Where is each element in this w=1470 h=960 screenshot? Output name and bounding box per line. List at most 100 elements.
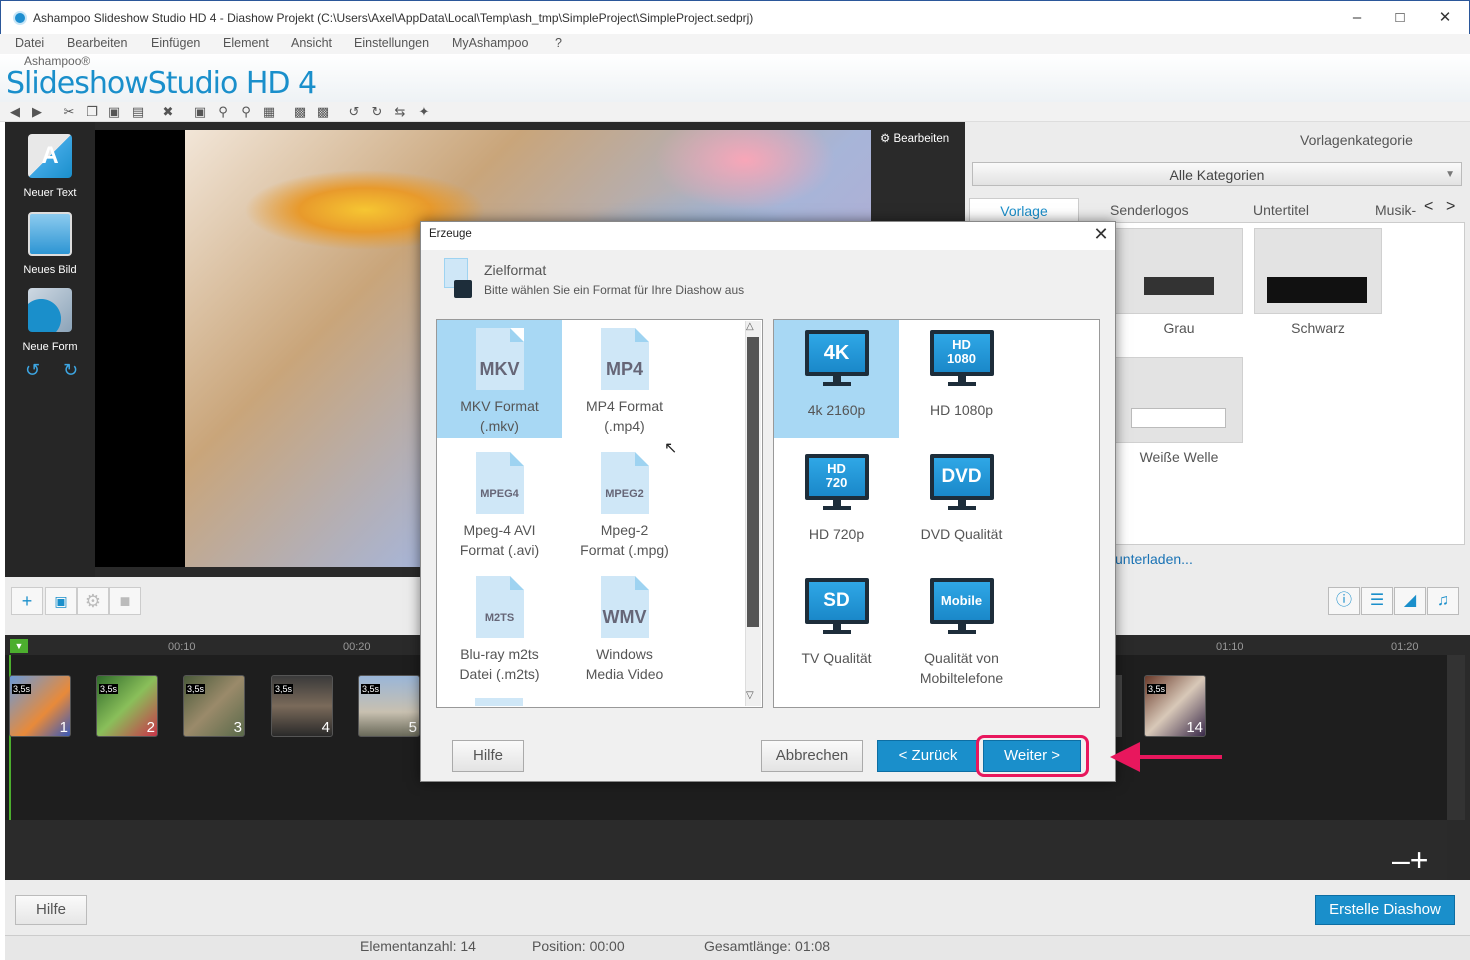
scroll-down-icon[interactable]: ▽	[746, 690, 754, 701]
zoom-out-icon[interactable]: ⚲	[238, 104, 254, 120]
clip-number: 2	[146, 719, 155, 736]
trash-icon[interactable]: ■	[109, 587, 141, 615]
timeline-clip[interactable]: 3,5s 1	[9, 675, 71, 737]
window-title: Ashampoo Slideshow Studio HD 4 - Diashow…	[33, 11, 754, 25]
quality-hd720[interactable]: HD 720 HD 720p	[774, 444, 899, 562]
quality-sd[interactable]: SD TV Qualität	[774, 568, 899, 686]
format-m2ts[interactable]: M2TS Blu-ray m2ts Datei (.m2ts)	[437, 568, 562, 686]
maximize-icon[interactable]: □	[1390, 9, 1410, 29]
format-wmv[interactable]: WMV Windows Media Video	[562, 568, 687, 686]
timeline-clip[interactable]: 3,5s 3	[183, 675, 245, 737]
settings-icon[interactable]: ⚙	[77, 587, 109, 615]
delete-icon[interactable]: ✖	[160, 104, 176, 120]
quality-label: Mobiltelefone	[919, 670, 1004, 686]
new-text-button[interactable]: A Neuer Text	[5, 134, 95, 199]
quality-label: HD 720p	[808, 526, 865, 542]
template-thumb-schwarz[interactable]	[1254, 228, 1382, 314]
target-format-icon	[440, 258, 472, 298]
zoom-select-icon[interactable]: ▦	[261, 104, 277, 120]
template-thumb-weisse-welle[interactable]	[1115, 357, 1243, 443]
back-icon[interactable]: ◀	[7, 104, 23, 120]
tab-scroll-left-icon[interactable]: <	[1424, 198, 1433, 216]
close-icon[interactable]: ✕	[1435, 9, 1455, 29]
timeline-start-marker[interactable]: ▼	[10, 639, 28, 653]
shape-icon	[28, 288, 72, 332]
menu-einstellungen[interactable]: Einstellungen	[354, 36, 429, 50]
zoom-in-icon[interactable]: ⚲	[215, 104, 231, 120]
menu-help[interactable]: ?	[555, 36, 562, 50]
menu-ansicht[interactable]: Ansicht	[291, 36, 332, 50]
tab-musik[interactable]: Musik-	[1375, 198, 1416, 222]
quality-hd1080[interactable]: HD 1080 HD 1080p	[899, 320, 1024, 438]
quality-mobile[interactable]: Mobile Qualität von Mobiltelefone	[899, 568, 1024, 686]
new-image-button[interactable]: Neues Bild	[5, 212, 95, 276]
quality-dvd[interactable]: DVD DVD Qualität	[899, 444, 1024, 562]
clip-duration: 3,5s	[1147, 684, 1167, 694]
timeline-clip[interactable]: 3,5s 5	[358, 675, 420, 737]
scroll-up-icon[interactable]: △	[746, 321, 754, 332]
cancel-button[interactable]: Abbrechen	[761, 740, 863, 772]
flip-icon[interactable]: ⇆	[392, 104, 408, 120]
forward-icon[interactable]: ▶	[29, 104, 45, 120]
download-link[interactable]: unterladen...	[1115, 551, 1193, 567]
back-button[interactable]: < Zurück	[877, 740, 979, 772]
help-button[interactable]: Hilfe	[15, 895, 87, 925]
copy-icon[interactable]: ❐	[84, 104, 100, 120]
tab-scroll-right-icon[interactable]: >	[1446, 198, 1455, 216]
format-mpeg4-avi[interactable]: MPEG4 Mpeg-4 AVI Format (.avi)	[437, 444, 562, 562]
template-thumb-grau[interactable]	[1115, 228, 1243, 314]
format-mpeg2[interactable]: MPEG2 Mpeg-2 Format (.mpg)	[562, 444, 687, 562]
format-label: MKV Format	[460, 398, 539, 414]
pin-icon[interactable]: ✦	[416, 104, 432, 120]
create-slideshow-button[interactable]: Erstelle Diashow	[1315, 895, 1455, 925]
format-label: Media Video	[585, 666, 664, 682]
highlight-frame	[976, 735, 1089, 777]
zoom-in-timeline-icon[interactable]: +	[1410, 842, 1429, 878]
tab-vorlage[interactable]: Vorlage	[969, 198, 1079, 223]
category-dropdown[interactable]: Alle Kategorien ▼	[972, 162, 1462, 186]
undo-icon[interactable]: ↺	[25, 360, 40, 381]
clip-duration: 3,5s	[99, 684, 119, 694]
cut-icon[interactable]: ✂	[61, 104, 77, 120]
timeline-clip[interactable]: 3,5s 2	[96, 675, 158, 737]
menu-datei[interactable]: Datei	[15, 36, 44, 50]
rotate-left-icon[interactable]: ↺	[346, 104, 362, 120]
timeline-clip[interactable]: 3,5s 4	[271, 675, 333, 737]
paste-icon[interactable]: ▣	[106, 104, 122, 120]
format-mp4[interactable]: MP4 MP4 Format (.mp4)	[562, 320, 687, 438]
format-label: MP4 Format	[585, 398, 663, 414]
add-icon[interactable]: +	[11, 587, 43, 615]
dialog-help-button[interactable]: Hilfe	[452, 740, 524, 772]
duplicate-icon[interactable]: ▤	[130, 104, 146, 120]
rotate-right-icon[interactable]: ↻	[369, 104, 385, 120]
redo-icon[interactable]: ↻	[63, 360, 78, 381]
timeline-clip[interactable]: 3,5s 14	[1144, 675, 1206, 737]
info-icon[interactable]: ⓘ	[1328, 587, 1360, 615]
menu-element[interactable]: Element	[223, 36, 269, 50]
quality-label: TV Qualität	[801, 650, 872, 666]
dialog-close-icon[interactable]: ✕	[1091, 224, 1111, 245]
menu-bearbeiten[interactable]: Bearbeiten	[67, 36, 127, 50]
new-shape-button[interactable]: Neue Form	[5, 288, 95, 353]
zoom-out-timeline-icon[interactable]: –	[1392, 842, 1410, 878]
zoom-fit-icon[interactable]: ▣	[192, 104, 208, 120]
transition-icon[interactable]: ◢	[1394, 587, 1426, 615]
menu-einfuegen[interactable]: Einfügen	[151, 36, 200, 50]
dialog-title: Erzeuge	[429, 228, 472, 240]
bring-front-icon[interactable]: ▩	[292, 104, 308, 120]
quality-4k[interactable]: 4K 4k 2160p	[774, 320, 899, 438]
send-back-icon[interactable]: ▩	[315, 104, 331, 120]
music-icon[interactable]: ♫	[1427, 587, 1459, 615]
clip-duration: 3,5s	[274, 684, 294, 694]
menu-myashampoo[interactable]: MyAshampoo	[452, 36, 528, 50]
align-icon[interactable]: ☰	[1361, 587, 1393, 615]
format-mkv[interactable]: MKV MKV Format (.mkv)	[437, 320, 562, 438]
timeline-scrollbar[interactable]	[1447, 655, 1465, 820]
add-media-icon[interactable]: ▣	[45, 587, 77, 615]
minimize-icon[interactable]: –	[1347, 9, 1367, 29]
scrollbar-thumb[interactable]	[747, 337, 759, 627]
tab-senderlogos[interactable]: Senderlogos	[1110, 198, 1189, 222]
edit-button[interactable]: ⚙ Bearbeiten	[880, 131, 949, 145]
tab-untertitel[interactable]: Untertitel	[1253, 198, 1309, 222]
dialog-titlebar	[421, 222, 1115, 250]
